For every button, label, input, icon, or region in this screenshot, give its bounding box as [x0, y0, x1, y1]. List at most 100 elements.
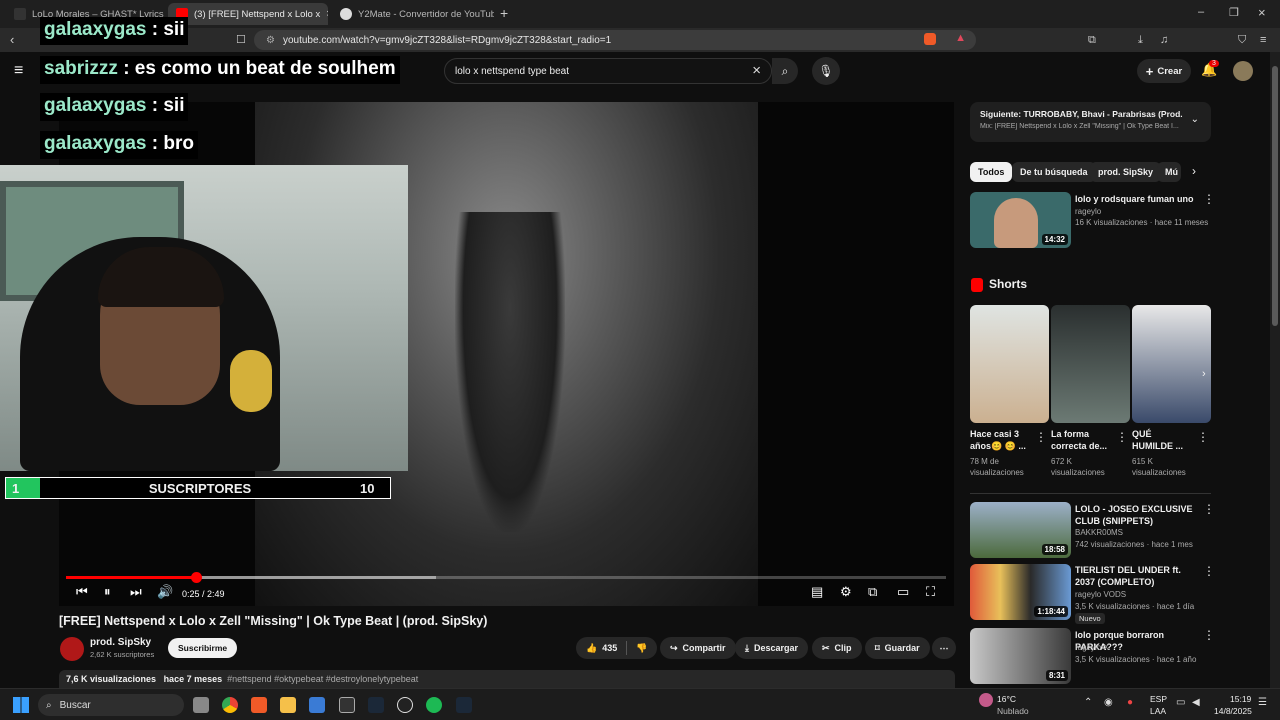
video-title[interactable]: lolo y rodsquare fuman uno — [1075, 193, 1200, 205]
brave-shield-icon[interactable] — [924, 33, 936, 45]
create-button[interactable]: + Crear — [1137, 59, 1191, 83]
minimize-button[interactable]: – — [1198, 6, 1204, 18]
site-info-icon[interactable]: ⚙ — [266, 35, 275, 46]
clock-time[interactable]: 15:19 — [1230, 694, 1251, 704]
more-icon[interactable]: ⋮ — [1203, 564, 1215, 578]
search-input[interactable]: lolo x nettspend type beat — [455, 66, 569, 77]
mic-icon[interactable]: ● — [1127, 697, 1133, 708]
volume-icon[interactable]: ◀ — [1192, 697, 1200, 708]
video-thumbnail[interactable]: 8:31 — [970, 628, 1071, 684]
tab-y2mate[interactable]: Y2Mate - Convertidor de YouTube a — [332, 3, 494, 25]
more-icon[interactable]: ⋮ — [1203, 192, 1215, 206]
store-icon[interactable] — [309, 697, 325, 713]
subscribe-button[interactable]: Suscribirme — [168, 638, 238, 658]
obs-icon[interactable] — [397, 697, 413, 713]
thumbs-down-icon[interactable]: 👎 — [636, 643, 647, 654]
close-tab-icon[interactable]: × — [326, 8, 328, 20]
progress-bar[interactable] — [66, 572, 946, 583]
short-thumbnail[interactable] — [970, 305, 1049, 423]
settings-icon[interactable]: ⚙ — [840, 584, 852, 600]
epic-games-icon[interactable] — [339, 697, 355, 713]
menu-icon[interactable]: ≡ — [1260, 32, 1266, 48]
download-button[interactable]: ⤓ Descargar — [735, 637, 809, 659]
avatar[interactable] — [1233, 61, 1253, 81]
channel-avatar[interactable] — [60, 637, 84, 661]
next-icon[interactable]: ⏭ — [130, 584, 142, 600]
show-hidden-icons-icon[interactable]: ⌃ — [1084, 697, 1092, 708]
maximize-button[interactable]: ❐ — [1229, 6, 1239, 19]
hamburger-menu-icon[interactable]: ≡ — [14, 62, 23, 80]
pause-icon[interactable]: ⏸ — [104, 584, 111, 600]
shorts-next-icon[interactable]: › — [1202, 368, 1206, 380]
like-button[interactable]: 👍 435 👎 — [576, 637, 658, 659]
address-bar[interactable]: ⚙ youtube.com/watch?v=gmv9jcZT328&list=R… — [254, 30, 976, 50]
notification-center-icon[interactable]: ☰ — [1258, 697, 1267, 708]
tab-youtube[interactable]: (3) [FREE] Nettspend x Lolo x × — [168, 3, 328, 25]
windows-start-icon[interactable] — [13, 697, 29, 713]
search-box[interactable]: lolo x nettspend type beat × — [444, 58, 772, 84]
clear-search-icon[interactable]: × — [752, 62, 761, 79]
short-thumbnail[interactable] — [1132, 305, 1211, 423]
bookmark-icon[interactable]: ☐ — [236, 32, 246, 48]
short-title[interactable]: Hace casi 3 años😊 😊 ... — [970, 428, 1028, 452]
video-channel[interactable]: BAKKR00MS — [1075, 527, 1123, 538]
file-explorer-icon[interactable] — [280, 697, 296, 713]
more-icon[interactable]: ⋮ — [1197, 430, 1209, 444]
fullscreen-icon[interactable]: ⛶ — [926, 584, 935, 600]
more-icon[interactable]: ⋮ — [1203, 502, 1215, 516]
more-icon[interactable]: ⋮ — [1035, 430, 1047, 444]
chip-from-search[interactable]: De tu búsqueda — [1012, 162, 1096, 182]
search-button[interactable]: ⌕ — [772, 58, 798, 84]
brave-icon[interactable] — [251, 697, 267, 713]
miniplayer-icon[interactable]: ⧉ — [868, 584, 877, 600]
up-next-box[interactable]: Siguiente: TURROBABY, Bhavi - Parabrisas… — [970, 102, 1211, 142]
video-title[interactable]: LOLO - JOSEO EXCLUSIVE CLUB (SNIPPETS) — [1075, 503, 1200, 527]
new-tab-button[interactable]: + — [500, 5, 508, 21]
video-thumbnail[interactable]: 18:58 — [970, 502, 1071, 558]
chip-all[interactable]: Todos — [970, 162, 1013, 182]
previous-icon[interactable]: ⏮ — [76, 584, 88, 600]
subtitles-icon[interactable]: ▤ — [811, 584, 823, 600]
chip-channel[interactable]: prod. SipSky — [1090, 162, 1162, 182]
short-thumbnail[interactable] — [1051, 305, 1130, 423]
brave-rewards-icon[interactable]: ▲ — [955, 32, 966, 44]
scrollbar-thumb[interactable] — [1272, 66, 1278, 326]
save-button[interactable]: ⌑ Guardar — [865, 637, 930, 659]
video-channel[interactable]: rageylo VODS — [1075, 589, 1126, 600]
back-icon[interactable]: ‹ — [10, 32, 14, 48]
extensions-icon[interactable]: ⧉ — [1088, 32, 1096, 48]
spotify-icon[interactable] — [426, 697, 442, 713]
chevron-down-icon[interactable]: ⌄ — [1191, 114, 1199, 125]
video-thumbnail[interactable]: 1:18:44 — [970, 564, 1071, 620]
steam-icon[interactable] — [456, 697, 472, 713]
downloads-icon[interactable]: ⤓ — [1138, 32, 1143, 48]
language-indicator[interactable]: ESP — [1150, 694, 1167, 704]
hashtags[interactable]: #nettspend #oktypebeat #destroylonelytyp… — [227, 674, 418, 684]
task-view-icon[interactable] — [193, 697, 209, 713]
voice-search-button[interactable]: 🎙 — [812, 57, 840, 85]
share-button[interactable]: ↪ Compartir — [660, 637, 736, 659]
chevron-right-icon[interactable]: › — [1192, 164, 1196, 178]
media-icon[interactable]: ♫ — [1160, 32, 1168, 48]
channel-name[interactable]: prod. SipSky — [90, 637, 151, 648]
close-window-button[interactable]: × — [1258, 5, 1266, 20]
page-scrollbar[interactable] — [1270, 52, 1280, 688]
vpn-icon[interactable]: ⛉ — [1238, 32, 1246, 48]
weather-temp[interactable]: 16°C — [997, 694, 1016, 704]
clip-button[interactable]: ✂ Clip — [812, 637, 862, 659]
volume-icon[interactable]: 🔊 — [157, 584, 173, 600]
network-icon[interactable]: ▭ — [1176, 697, 1185, 708]
video-channel[interactable]: rageylo — [1075, 206, 1101, 217]
more-icon[interactable]: ⋮ — [1203, 628, 1215, 642]
chip-music[interactable]: Mú — [1157, 162, 1181, 182]
more-icon[interactable]: ⋮ — [1116, 430, 1128, 444]
taskbar-search[interactable]: ⌕ Buscar — [38, 694, 184, 716]
more-actions-button[interactable]: ⋯ — [932, 637, 956, 659]
steam-icon[interactable] — [368, 697, 384, 713]
description-box[interactable]: 7,6 K visualizaciones hace 7 meses #nett… — [59, 670, 955, 690]
video-thumbnail[interactable]: 14:32 — [970, 192, 1071, 248]
discord-icon[interactable]: ◉ — [1104, 697, 1113, 708]
short-title[interactable]: QUÉ HUMILDE ... — [1132, 428, 1190, 452]
short-title[interactable]: La forma correcta de... — [1051, 428, 1109, 452]
chrome-icon[interactable] — [222, 697, 238, 713]
